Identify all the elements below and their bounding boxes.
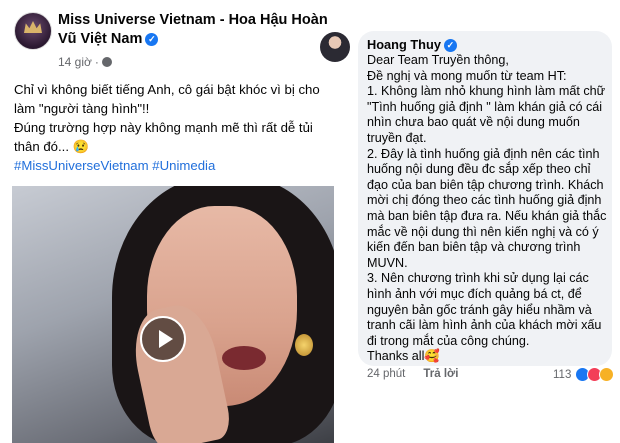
post-video[interactable] — [12, 186, 334, 443]
comment-paragraph: 3. Nên chương trình khi sử dụng lại các … — [367, 271, 602, 348]
post-hashtags[interactable]: #MissUniverseVietnam #Unimedia — [14, 158, 215, 173]
play-icon[interactable] — [140, 316, 186, 362]
reaction-count: 113 — [553, 368, 572, 381]
comment-actions: 24 phút Trả lời — [367, 368, 458, 380]
video-earring — [295, 334, 313, 356]
comment-paragraph: 2. Đây là tình huống giả định nên các tì… — [367, 146, 607, 270]
post-text-line2: Đúng trường hợp này không mạnh mẽ thì rấ… — [14, 120, 313, 154]
video-mouth — [222, 346, 266, 370]
comment-reactions[interactable]: 113 — [553, 367, 615, 382]
comment-paragraph: 1. Không làm nhỏ khung hình làm mất chữ … — [367, 84, 606, 145]
verified-icon: ✓ — [443, 39, 457, 53]
wow-reaction-icon — [599, 367, 615, 382]
post-meta: 14 giờ · — [58, 55, 112, 69]
post-time[interactable]: 14 giờ — [58, 55, 92, 69]
verified-icon: ✓ — [145, 32, 159, 46]
comment-time[interactable]: 24 phút — [367, 368, 405, 380]
reply-button[interactable]: Trả lời — [423, 368, 458, 380]
comment-text: Dear Team Truyền thông, Đề nghị và mong … — [367, 53, 607, 365]
comment-author-label[interactable]: Hoang Thuy — [367, 37, 441, 52]
post-text-line1: Chỉ vì không biết tiếng Anh, cô gái bật … — [14, 82, 320, 116]
comment-paragraph: Thanks all🥰 — [367, 349, 441, 364]
comment-paragraph: Đề nghị và mong muốn từ team HT: — [367, 68, 567, 83]
page-name[interactable]: Miss Universe Vietnam - Hoa Hậu Hoàn Vũ … — [58, 11, 328, 49]
comment-author[interactable]: Hoang Thuy ✓ — [367, 37, 457, 53]
post-text: Chỉ vì không biết tiếng Anh, cô gái bật … — [14, 80, 332, 156]
globe-icon — [101, 57, 112, 67]
page-name-label[interactable]: Miss Universe Vietnam - Hoa Hậu Hoàn Vũ … — [58, 12, 328, 47]
comment-paragraph: Dear Team Truyền thông, — [367, 53, 509, 67]
comment-avatar[interactable] — [320, 32, 350, 62]
crown-logo-icon — [24, 21, 42, 33]
page-avatar[interactable] — [14, 12, 52, 50]
